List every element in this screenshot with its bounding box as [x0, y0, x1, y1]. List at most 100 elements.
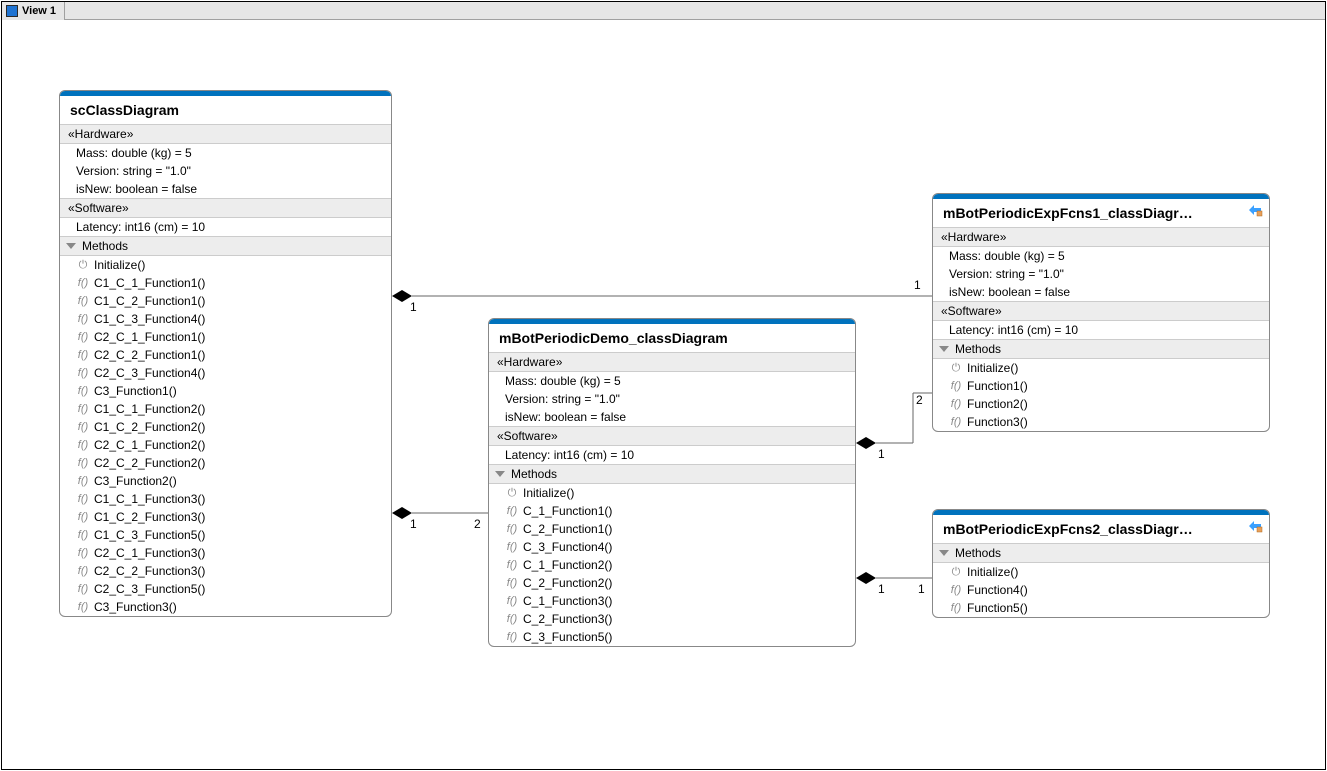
methods-header[interactable]: Methods [933, 543, 1269, 563]
power-icon: ⏻ [505, 487, 519, 500]
method-text: Initialize() [967, 361, 1018, 375]
method-initialize: ⏻Initialize() [933, 563, 1269, 581]
method-row: f()Function4() [933, 581, 1269, 599]
method-text: C1_C_1_Function3() [94, 492, 205, 506]
methods-header[interactable]: Methods [60, 236, 391, 256]
class-name: mBotPeriodicDemo_classDiagram [489, 324, 855, 352]
method-text: C3_Function3() [94, 600, 177, 614]
method-row: f()Function1() [933, 377, 1269, 395]
mult-demo-exp2-r: 1 [918, 582, 925, 596]
method-text: Function2() [967, 397, 1028, 411]
methods-header[interactable]: Methods [489, 464, 855, 484]
methods-label: Methods [955, 342, 1001, 356]
tab-label: View 1 [22, 5, 56, 17]
method-text: C1_C_2_Function2() [94, 420, 205, 434]
method-row: f()C_3_Function5() [489, 628, 855, 646]
methods-header[interactable]: Methods [933, 339, 1269, 359]
function-icon: f() [76, 601, 90, 613]
mult-exp1-in-top: 1 [914, 278, 921, 292]
attr: Version: string = "1.0" [60, 162, 391, 180]
method-text: C_2_Function1() [523, 522, 612, 536]
stereo-software: «Software» [60, 198, 391, 218]
method-row: f()C2_C_1_Function1() [60, 328, 391, 346]
power-icon: ⏻ [949, 566, 963, 579]
method-row: f()C_1_Function1() [489, 502, 855, 520]
attr: isNew: boolean = false [933, 283, 1269, 301]
method-row: f()C2_C_2_Function2() [60, 454, 391, 472]
class-name-text: mBotPeriodicExpFcns1_classDiagr… [943, 205, 1193, 221]
methods-label: Methods [82, 239, 128, 253]
method-row: f()C3_Function1() [60, 382, 391, 400]
function-icon: f() [505, 541, 519, 553]
chevron-down-icon [495, 471, 505, 477]
tab-icon [6, 5, 18, 17]
methods-label: Methods [955, 546, 1001, 560]
method-row: f()C1_C_3_Function5() [60, 526, 391, 544]
function-icon: f() [76, 277, 90, 289]
method-row: f()C2_C_2_Function3() [60, 562, 391, 580]
function-icon: f() [76, 349, 90, 361]
class-mBotPeriodicExpFcns2[interactable]: mBotPeriodicExpFcns2_classDiagr… Methods… [932, 509, 1270, 618]
method-text: C_1_Function3() [523, 594, 612, 608]
method-text: C2_C_1_Function2() [94, 438, 205, 452]
method-text: C1_C_3_Function4() [94, 312, 205, 326]
mult-demo-exp1-l: 1 [878, 447, 885, 461]
method-row: f() C3_Function2() [60, 472, 391, 490]
mult-sc-out-2a: 1 [410, 517, 417, 531]
method-text: C2_C_3_Function4() [94, 366, 205, 380]
attr: Latency: int16 (cm) = 10 [60, 218, 391, 236]
method-text: C_2_Function3() [523, 612, 612, 626]
method-text: C_2_Function2() [523, 576, 612, 590]
attr: isNew: boolean = false [489, 408, 855, 426]
link-badge-icon [1247, 203, 1263, 217]
method-text: Initialize() [94, 258, 145, 272]
class-name: scClassDiagram [60, 96, 391, 124]
function-icon: f() [505, 559, 519, 571]
power-icon: ⏻ [76, 259, 90, 272]
class-scClassDiagram[interactable]: scClassDiagram «Hardware» Mass: double (… [59, 90, 392, 617]
function-icon: f() [76, 475, 90, 487]
method-text: C2_C_3_Function5() [94, 582, 205, 596]
chevron-down-icon [66, 243, 76, 249]
function-icon: f() [76, 493, 90, 505]
method-row: f() C_1_Function2() [489, 556, 855, 574]
attr: Version: string = "1.0" [489, 390, 855, 408]
stereo-software: «Software» [489, 426, 855, 446]
method-text: C1_C_1_Function2() [94, 402, 205, 416]
attr: isNew: boolean = false [60, 180, 391, 198]
function-icon: f() [505, 631, 519, 643]
function-icon: f() [76, 385, 90, 397]
method-text: C_1_Function2() [523, 558, 612, 572]
method-row: f()C2_C_3_Function4() [60, 364, 391, 382]
class-mBotPeriodicExpFcns1[interactable]: mBotPeriodicExpFcns1_classDiagr… «Hardwa… [932, 193, 1270, 432]
mult-demo-exp1-r: 2 [916, 393, 923, 407]
function-icon: f() [76, 295, 90, 307]
method-text: C1_C_2_Function1() [94, 294, 205, 308]
power-icon: ⏻ [949, 362, 963, 375]
attr: Mass: double (kg) = 5 [933, 247, 1269, 265]
method-initialize: ⏻ Initialize() [933, 359, 1269, 377]
function-icon: f() [76, 439, 90, 451]
method-text: C1_C_3_Function5() [94, 528, 205, 542]
method-text: Function4() [967, 583, 1028, 597]
method-text: C1_C_1_Function1() [94, 276, 205, 290]
method-text: Function1() [967, 379, 1028, 393]
function-icon: f() [505, 523, 519, 535]
function-icon: f() [76, 403, 90, 415]
method-row: f()Function5() [933, 599, 1269, 617]
canvas[interactable]: 1 1 1 2 1 2 1 1 scClassDiagram «Hardware… [2, 20, 1325, 769]
method-row: f()C2_C_2_Function1() [60, 346, 391, 364]
class-name-text: mBotPeriodicExpFcns2_classDiagr… [943, 521, 1193, 537]
attr: Version: string = "1.0" [933, 265, 1269, 283]
class-name: mBotPeriodicExpFcns1_classDiagr… [933, 199, 1269, 227]
method-text: C3_Function2() [94, 474, 177, 488]
attr: Mass: double (kg) = 5 [60, 144, 391, 162]
function-icon: f() [949, 398, 963, 410]
method-text: C2_C_2_Function3() [94, 564, 205, 578]
mult-demo-exp2-l: 1 [878, 582, 885, 596]
method-row: f() C1_C_2_Function1() [60, 292, 391, 310]
mult-sc-out-2b: 2 [474, 517, 481, 531]
tab-view-1[interactable]: View 1 [2, 2, 65, 20]
class-mBotPeriodicDemo[interactable]: mBotPeriodicDemo_classDiagram «Hardware»… [488, 318, 856, 647]
method-initialize: ⏻Initialize() [489, 484, 855, 502]
